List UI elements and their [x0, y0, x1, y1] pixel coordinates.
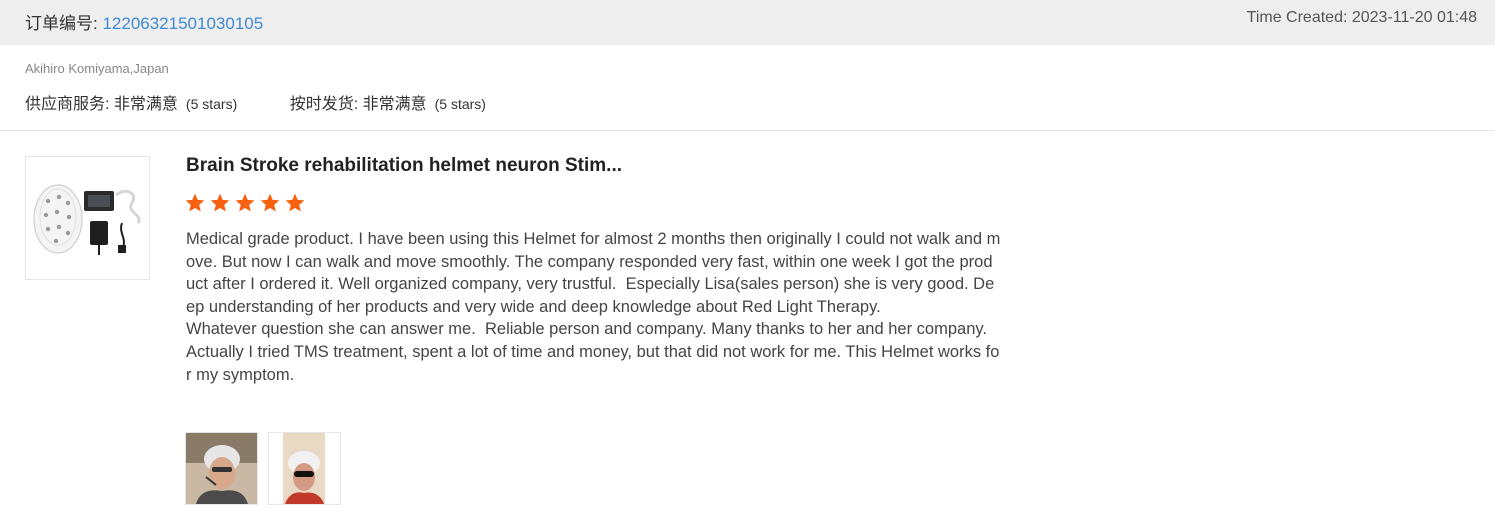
divider	[0, 130, 1495, 131]
review-photo-1[interactable]	[185, 432, 258, 505]
supplier-service-rating: 供应商服务: 非常满意 (5 stars)	[25, 90, 237, 114]
supplier-ratings: 供应商服务: 非常满意 (5 stars) 按时发货: 非常满意 (5 stars)	[25, 90, 486, 114]
product-title[interactable]: Brain Stroke rehabilitation helmet neuro…	[186, 155, 622, 177]
star-icon	[185, 193, 205, 212]
supplier-service-stars: (5 stars)	[185, 96, 238, 112]
on-time-shipment-stars: (5 stars)	[434, 96, 486, 112]
order-id-label: 订单编号:	[25, 14, 103, 33]
review-star-rating	[184, 192, 309, 214]
product-thumbnail[interactable]	[25, 156, 150, 280]
on-time-shipment-label: 按时发货: 非常满意	[289, 96, 427, 113]
star-icon	[210, 193, 230, 212]
on-time-shipment-rating: 按时发货: 非常满意 (5 stars)	[290, 90, 486, 114]
supplier-service-label: 供应商服务: 非常满意	[25, 96, 178, 113]
time-created: Time Created: 2023-11-20 01:48	[1246, 9, 1477, 26]
review-photo-1-image	[186, 433, 257, 504]
star-icon	[285, 193, 305, 212]
star-icon	[235, 193, 255, 212]
reviewer-name: Akihiro Komiyama,Japan	[25, 61, 169, 76]
review-photo-2-image	[269, 433, 340, 504]
order-header-bar: 订单编号: 12206321501030105 Time Created: 20…	[0, 0, 1495, 45]
helmet-product-image	[33, 184, 141, 255]
order-id: 订单编号: 12206321501030105	[25, 9, 263, 34]
star-icon	[260, 193, 280, 212]
review-text: Medical grade product. I have been using…	[186, 230, 1001, 384]
review-photo-2[interactable]	[268, 432, 341, 505]
order-id-link[interactable]: 12206321501030105	[102, 14, 263, 33]
